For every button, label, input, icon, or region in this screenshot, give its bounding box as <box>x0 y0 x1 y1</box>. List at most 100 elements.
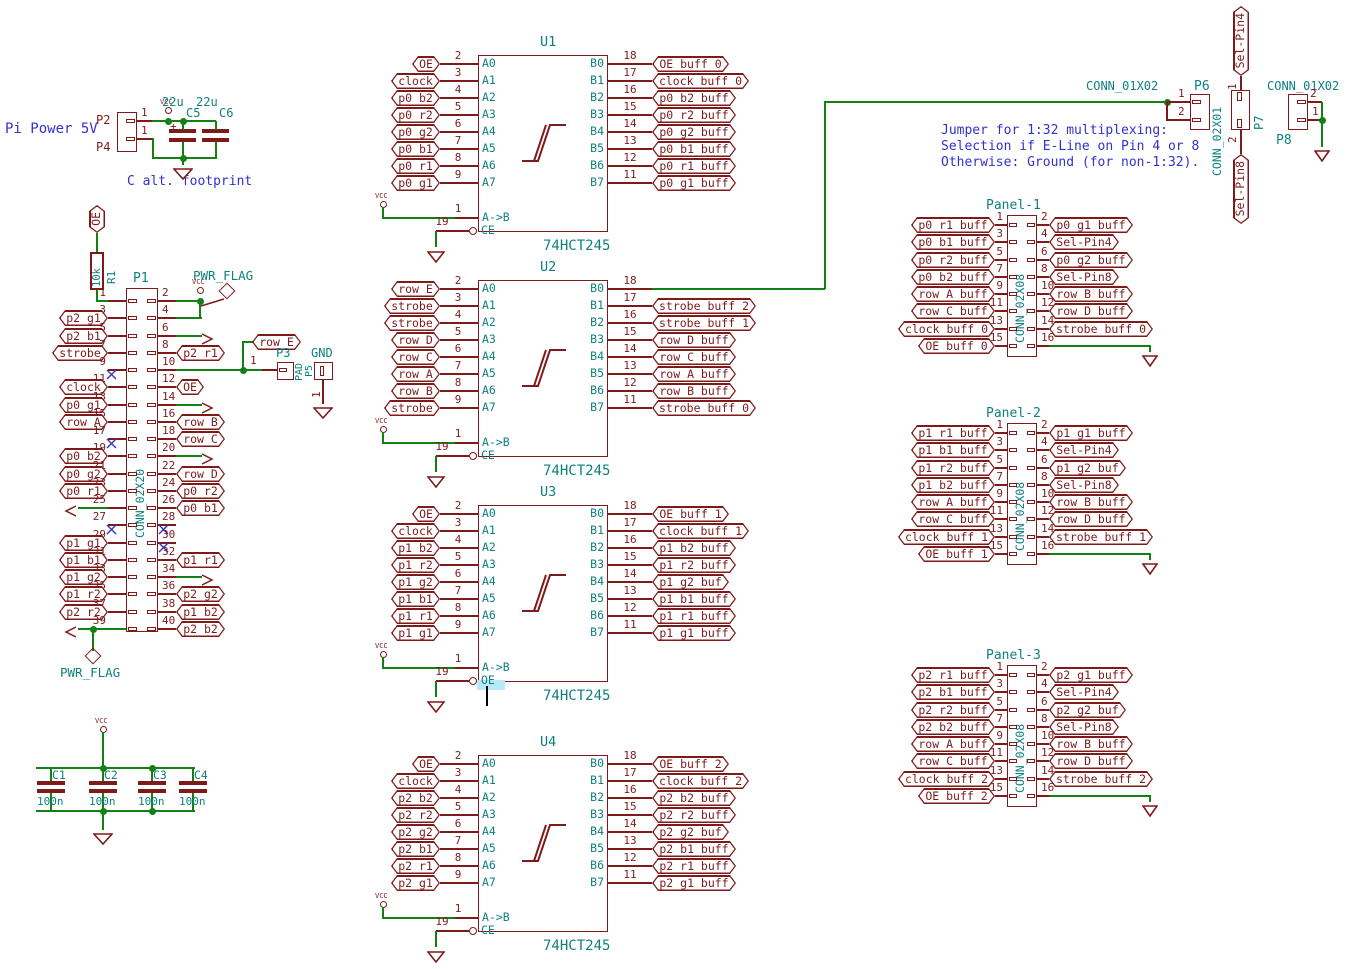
net-label[interactable]: OE_buff_2 <box>918 788 995 804</box>
net-label[interactable]: row_C <box>391 349 440 365</box>
net-label[interactable]: p1_g2 <box>391 574 440 590</box>
net-label[interactable]: p1_b1_buff <box>652 591 736 607</box>
net-label[interactable]: OE_buff_0 <box>652 56 729 72</box>
net-label[interactable]: p0_r1 <box>391 158 440 174</box>
pin-number: 4 <box>446 84 470 95</box>
net-label[interactable]: Sel-Pin4 <box>1233 6 1249 76</box>
net-label[interactable]: clock_buff_1 <box>652 523 749 539</box>
capacitor-C2[interactable] <box>88 779 118 795</box>
net-label[interactable]: row_E <box>391 281 440 297</box>
net-label[interactable]: p1_b1 <box>391 591 440 607</box>
net-label[interactable]: strobe <box>384 315 440 331</box>
net-label[interactable]: OE <box>412 56 440 72</box>
net-label[interactable]: p2_r2_buff <box>652 807 736 823</box>
net-label[interactable]: strobe <box>384 400 440 416</box>
open-arrow-label[interactable] <box>64 502 78 514</box>
net-label[interactable]: strobe_buff_2 <box>652 298 756 314</box>
pin-name: A3 <box>482 334 496 346</box>
net-label[interactable]: OE_buff_0 <box>918 338 995 354</box>
net-label[interactable]: p1_b2_buff <box>652 540 736 556</box>
net-label[interactable]: clock <box>391 773 440 789</box>
net-label[interactable]: OE_buff_1 <box>652 506 729 522</box>
open-arrow-label[interactable] <box>200 399 214 411</box>
net-label[interactable]: Sel-Pin8 <box>1233 154 1249 224</box>
net-label[interactable]: p1_g1_buff <box>652 625 736 641</box>
gnd-symbol[interactable] <box>427 698 445 710</box>
net-label[interactable]: p2_g2 <box>391 824 440 840</box>
pin-stub <box>995 709 1007 711</box>
net-label[interactable]: p1_g1 <box>391 625 440 641</box>
net-label[interactable]: row_D <box>391 332 440 348</box>
net-label[interactable]: OE_buff_2 <box>652 756 729 772</box>
net-label[interactable]: p2_b1 <box>391 841 440 857</box>
net-label[interactable]: p0_b1_buff <box>652 141 736 157</box>
net-label[interactable]: OE <box>89 205 105 233</box>
gnd-symbol[interactable] <box>1142 560 1158 572</box>
net-label[interactable]: p2_b2 <box>391 790 440 806</box>
net-label[interactable]: clock_buff_0 <box>652 73 749 89</box>
net-label[interactable]: strobe_buff_0 <box>652 400 756 416</box>
open-arrow-label[interactable] <box>200 571 214 583</box>
net-label[interactable]: strobe_buff_1 <box>652 315 756 331</box>
gnd-symbol[interactable] <box>1314 147 1330 159</box>
gnd-symbol[interactable] <box>173 165 193 177</box>
net-label[interactable]: row_A_buff <box>652 366 736 382</box>
net-label[interactable]: p2_g2_buf <box>652 824 729 840</box>
net-label[interactable]: clock <box>391 73 440 89</box>
open-arrow-label[interactable] <box>200 450 214 462</box>
net-label[interactable]: p0_b1 <box>391 141 440 157</box>
connector-P2P4[interactable] <box>117 112 137 152</box>
gnd-symbol[interactable] <box>93 830 113 842</box>
net-label[interactable]: p0_r2_buff <box>652 107 736 123</box>
net-label[interactable]: p0_g1 <box>391 175 440 191</box>
pin-number: 1 <box>1312 106 1319 117</box>
net-label[interactable]: row_C_buff <box>652 349 736 365</box>
net-label[interactable]: p0_g1_buff <box>652 175 736 191</box>
gnd-symbol[interactable] <box>1142 352 1158 364</box>
net-label[interactable]: p2_r1_buff <box>652 858 736 874</box>
net-label[interactable]: p0_b2 <box>391 90 440 106</box>
capacitor-C1[interactable] <box>36 779 66 795</box>
net-label[interactable]: p0_b2_buff <box>652 90 736 106</box>
net-label[interactable]: p1_r1 <box>391 608 440 624</box>
net-label[interactable]: p2_b2 <box>176 621 225 637</box>
gnd-symbol[interactable] <box>1142 802 1158 814</box>
net-label[interactable]: p0_r2 <box>391 107 440 123</box>
net-label[interactable]: clock <box>391 523 440 539</box>
net-label[interactable]: p1_r1_buff <box>652 608 736 624</box>
net-label[interactable]: OE_buff_1 <box>918 546 995 562</box>
net-label[interactable]: p2_b2_buff <box>652 790 736 806</box>
net-label[interactable]: p1_r2_buff <box>652 557 736 573</box>
open-arrow-label[interactable] <box>64 623 78 635</box>
net-label[interactable]: row_B <box>391 383 440 399</box>
net-label[interactable]: p1_r2 <box>391 557 440 573</box>
net-label[interactable]: clock_buff_2 <box>652 773 749 789</box>
net-label[interactable]: OE <box>412 756 440 772</box>
net-label[interactable]: p2_b1_buff <box>652 841 736 857</box>
open-arrow-label[interactable] <box>200 330 214 342</box>
capacitor-C3[interactable] <box>137 779 167 795</box>
net-label[interactable]: p2_r1 <box>391 858 440 874</box>
pin-stub <box>158 421 176 423</box>
net-label[interactable]: p0_g2_buff <box>652 124 736 140</box>
net-label[interactable]: row_D_buff <box>652 332 736 348</box>
net-label[interactable]: p2_r2 <box>391 807 440 823</box>
gnd-symbol[interactable] <box>427 473 445 485</box>
capacitor-C4[interactable] <box>178 779 208 795</box>
net-label[interactable]: p2_g1_buff <box>652 875 736 891</box>
net-label[interactable]: p2_g1 <box>391 875 440 891</box>
net-label[interactable]: p1_b2 <box>391 540 440 556</box>
gnd-symbol[interactable] <box>427 248 445 260</box>
val-C3: 100n <box>138 796 165 807</box>
net-label[interactable]: p0_r1_buff <box>652 158 736 174</box>
pin-number: 2 <box>446 750 470 761</box>
net-label[interactable]: OE <box>412 506 440 522</box>
power-flag-diamond[interactable] <box>85 648 102 665</box>
net-label[interactable]: row_B_buff <box>652 383 736 399</box>
net-label[interactable]: p1_g2_buf <box>652 574 729 590</box>
gnd-symbol[interactable] <box>427 948 445 960</box>
gnd-symbol[interactable] <box>313 404 333 416</box>
net-label[interactable]: p0_g2 <box>391 124 440 140</box>
net-label[interactable]: row_A <box>391 366 440 382</box>
net-label[interactable]: strobe <box>384 298 440 314</box>
